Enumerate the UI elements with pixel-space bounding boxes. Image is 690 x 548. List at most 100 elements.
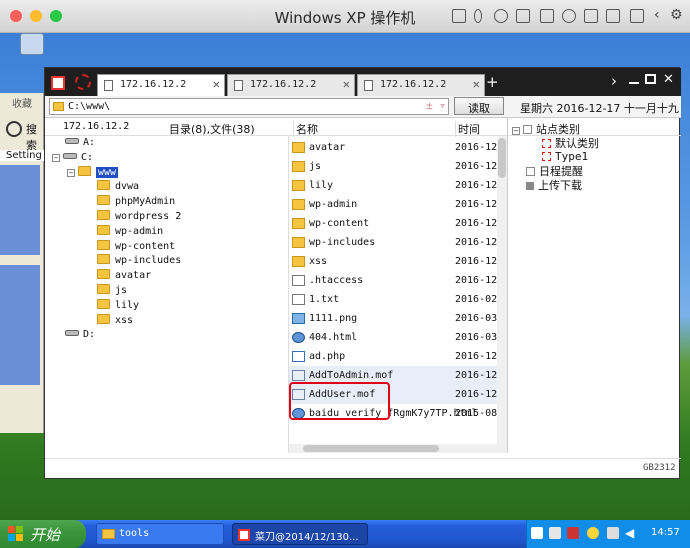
taskbar: 开始 tools 菜刀@2014/12/130... ◀ 14:57: [0, 520, 690, 548]
tree-folder[interactable]: wp-includes: [97, 254, 181, 269]
folder-icon: [292, 237, 305, 248]
tree-drive-c[interactable]: − C:: [52, 151, 93, 166]
site-panel: − 站点类别 默认类别 Type1 日程提醒 上传下载: [507, 118, 681, 453]
file-date: 2016-12-: [455, 142, 504, 153]
collapse-icon[interactable]: −: [52, 153, 60, 162]
new-tab-plus-icon[interactable]: +: [486, 73, 499, 91]
printer-icon[interactable]: [540, 9, 554, 23]
tree-folder-www[interactable]: − www: [67, 165, 119, 181]
file-row[interactable]: xss 2016-12-: [289, 252, 507, 271]
security-shield-icon[interactable]: [587, 527, 599, 539]
taskbar-item-chopper[interactable]: 菜刀@2014/12/130...: [232, 523, 368, 545]
upload-download-node[interactable]: 上传下载: [526, 177, 582, 193]
file-row[interactable]: avatar 2016-12-: [289, 138, 507, 157]
highlight-box: [289, 382, 390, 420]
file-date: 2016-12-: [455, 389, 504, 400]
file-name: js: [309, 161, 322, 172]
display-icon[interactable]: [606, 9, 620, 23]
tree-label: A:: [83, 137, 96, 148]
close-window-icon[interactable]: ✕: [663, 72, 674, 87]
file-row[interactable]: 404.html 2016-03-: [289, 328, 507, 347]
checkbox-icon[interactable]: [523, 125, 532, 134]
taskbar-item-tools[interactable]: tools: [96, 523, 224, 545]
target-icon[interactable]: [75, 74, 91, 90]
file-row[interactable]: js 2016-12-: [289, 157, 507, 176]
tree-folder[interactable]: js: [97, 284, 127, 299]
recycle-bin-icon[interactable]: [20, 33, 44, 55]
time-column-header[interactable]: 时间: [455, 121, 480, 137]
alert-icon[interactable]: [567, 527, 579, 539]
tab-2[interactable]: 172.16.12.2 ✕: [227, 74, 355, 96]
close-icon[interactable]: ✕: [213, 77, 220, 91]
path-input[interactable]: C:\www\ ± ▿: [49, 98, 449, 115]
scroll-thumb[interactable]: [498, 138, 506, 178]
network-icon[interactable]: [531, 527, 543, 539]
tab-1[interactable]: 172.16.12.2 ✕: [97, 74, 225, 96]
keyboard-icon[interactable]: [452, 9, 466, 23]
file-row[interactable]: wp-content 2016-12-: [289, 214, 507, 233]
horizontal-scrollbar[interactable]: [289, 444, 499, 453]
tree-drive-a[interactable]: A:: [65, 136, 95, 151]
collapse-icon[interactable]: −: [67, 168, 75, 177]
tree-folder[interactable]: wp-admin: [97, 224, 163, 240]
search-icon[interactable]: [6, 121, 22, 137]
tree-folder[interactable]: lily: [97, 298, 139, 314]
window-icon[interactable]: [584, 9, 598, 23]
file-date: 2016-12-: [455, 237, 504, 248]
default-category-node[interactable]: 默认类别: [542, 135, 599, 151]
monitor-icon[interactable]: [607, 527, 619, 539]
html-file-icon: [292, 332, 305, 343]
vertical-scrollbar[interactable]: [497, 136, 507, 453]
tree-label: phpMyAdmin: [115, 196, 176, 208]
checkbox-icon[interactable]: [542, 139, 551, 148]
file-row[interactable]: 1111.png 2016-03-: [289, 309, 507, 328]
checkbox-icon[interactable]: [542, 152, 551, 161]
file-row[interactable]: wp-includes 2016-12-: [289, 233, 507, 252]
usb-icon[interactable]: [474, 9, 482, 23]
read-button[interactable]: 读取: [454, 97, 504, 115]
folder-icon: [292, 256, 305, 267]
file-date: 2015-08-: [455, 408, 504, 419]
speaker-icon[interactable]: ◀: [625, 526, 634, 540]
file-row[interactable]: ad.php 2016-12-: [289, 347, 507, 366]
network-icon[interactable]: [630, 9, 644, 23]
app-logo-icon: [51, 76, 65, 90]
task-label: 菜刀@2014/12/130...: [255, 532, 359, 543]
folder-icon: [97, 210, 110, 220]
help-icon[interactable]: [549, 527, 561, 539]
close-icon[interactable]: ✕: [473, 77, 480, 91]
file-date: 2016-12-: [455, 180, 504, 191]
collapse-icon[interactable]: −: [512, 127, 520, 135]
hdd-icon[interactable]: [516, 9, 530, 23]
tab-3[interactable]: 172.16.12.2 ✕: [357, 74, 485, 96]
folder-icon: [97, 180, 110, 191]
file-row[interactable]: 1.txt 2016-02-: [289, 290, 507, 309]
file-row[interactable]: wp-admin 2016-12-: [289, 195, 507, 214]
chevron-right-icon[interactable]: ›: [611, 72, 617, 90]
cd-icon[interactable]: [494, 9, 508, 23]
tree-folder[interactable]: avatar: [97, 269, 151, 284]
folder-icon: [292, 218, 305, 229]
file-row[interactable]: lily 2016-12-: [289, 176, 507, 195]
type1-node[interactable]: Type1: [542, 150, 588, 163]
folder-icon: [53, 102, 64, 111]
tree-drive-d[interactable]: D:: [65, 328, 95, 343]
tree-label: xss: [115, 314, 134, 326]
sound-icon[interactable]: [562, 9, 576, 23]
tree-folder[interactable]: xss: [97, 313, 134, 329]
app-titlebar: 172.16.12.2 ✕ 172.16.12.2 ✕ 172.16.12.2 …: [45, 68, 681, 96]
maximize-icon[interactable]: [645, 74, 656, 84]
tree-folder[interactable]: dvwa: [97, 180, 139, 195]
scroll-thumb[interactable]: [303, 445, 439, 452]
name-column-header[interactable]: 名称: [293, 121, 318, 137]
tree-folder[interactable]: wordpress 2: [97, 210, 181, 225]
minimize-icon[interactable]: [629, 82, 639, 84]
gear-icon[interactable]: ⚙: [670, 7, 683, 23]
chevron-left-icon[interactable]: ‹: [654, 7, 660, 23]
dropdown-arrow-icon[interactable]: ± ▿: [426, 99, 446, 112]
mof-file-icon: [292, 370, 305, 381]
tree-folder[interactable]: phpMyAdmin: [97, 195, 175, 210]
file-row[interactable]: .htaccess 2016-12-: [289, 271, 507, 290]
tree-folder[interactable]: wp-content: [97, 239, 175, 255]
close-icon[interactable]: ✕: [343, 77, 350, 91]
